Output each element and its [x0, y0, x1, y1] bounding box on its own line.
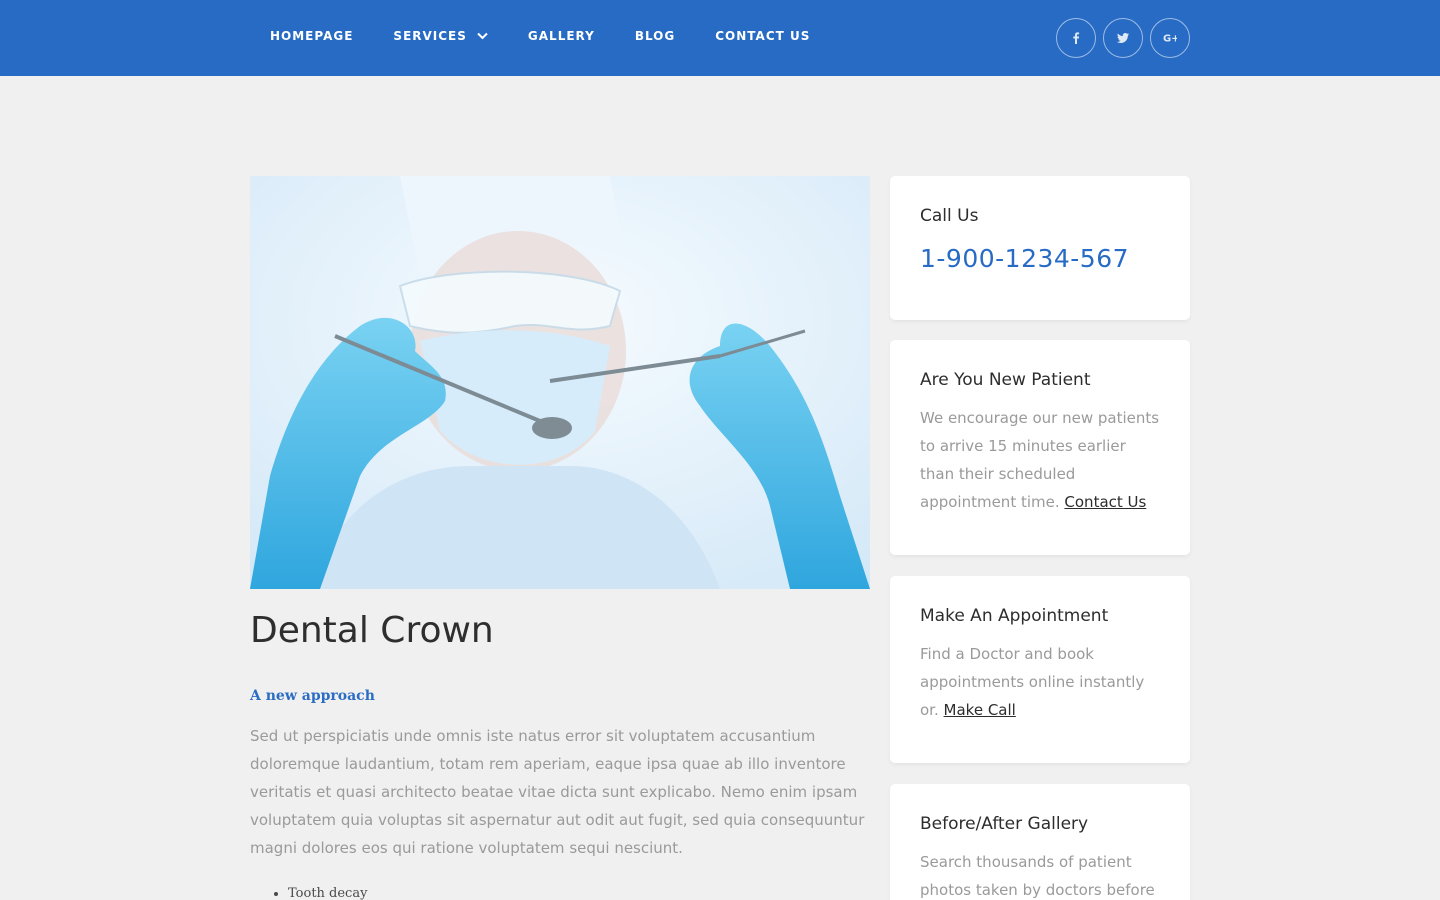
- social-links: G+: [1056, 18, 1190, 58]
- nav-label: SERVICES: [393, 29, 467, 43]
- nav-label: BLOG: [634, 29, 676, 43]
- svg-text:G+: G+: [1163, 34, 1177, 45]
- twitter-icon: [1117, 33, 1129, 43]
- contact-us-link[interactable]: Contact Us: [1064, 493, 1146, 511]
- appointment-card: Make An Appointment Find a Doctor and bo…: [890, 576, 1190, 763]
- nav-label: GALLERY: [527, 29, 595, 43]
- page-title: Dental Crown: [250, 610, 494, 651]
- nav-gallery[interactable]: GALLERY: [528, 29, 595, 43]
- card-title: Before/After Gallery: [920, 814, 1089, 834]
- google-plus-icon: G+: [1163, 34, 1177, 45]
- twitter-button[interactable]: [1103, 18, 1143, 58]
- list-item: Tooth decay: [288, 884, 367, 900]
- card-title: Make An Appointment: [920, 606, 1109, 626]
- condition-list: Tooth decay: [272, 884, 367, 900]
- facebook-icon: [1073, 32, 1080, 44]
- new-patient-card: Are You New Patient We encourage our new…: [890, 340, 1190, 555]
- gallery-card: Before/After Gallery Search thousands of…: [890, 784, 1190, 900]
- phone-number[interactable]: 1-900-1234-567: [920, 244, 1160, 273]
- make-call-link[interactable]: Make Call: [944, 701, 1016, 719]
- nav-blog[interactable]: BLOG: [635, 29, 675, 43]
- section-subtitle: A new approach: [250, 688, 375, 704]
- card-title: Are You New Patient: [920, 370, 1091, 390]
- main-nav: HOMEPAGE SERVICES GALLERY BLOG CONTACT U…: [270, 0, 850, 72]
- article-body: Sed ut perspiciatis unde omnis iste natu…: [250, 727, 865, 857]
- card-text: We encourage our new patients to arrive …: [920, 404, 1160, 516]
- call-us-card: Call Us 1-900-1234-567: [890, 176, 1190, 320]
- nav-label: CONTACT US: [715, 29, 811, 43]
- card-text: Search thousands of patient photos taken…: [920, 853, 1155, 899]
- nav-services[interactable]: SERVICES: [393, 29, 488, 43]
- facebook-button[interactable]: [1056, 18, 1096, 58]
- nav-homepage[interactable]: HOMEPAGE: [270, 29, 353, 43]
- nav-contact-us[interactable]: CONTACT US: [715, 29, 810, 43]
- nav-label: HOMEPAGE: [270, 29, 354, 43]
- top-navbar: HOMEPAGE SERVICES GALLERY BLOG CONTACT U…: [0, 0, 1440, 76]
- google-plus-button[interactable]: G+: [1150, 18, 1190, 58]
- hero-image: [250, 176, 870, 589]
- chevron-down-icon: [477, 32, 488, 40]
- card-title: Call Us: [920, 206, 979, 226]
- card-text: Find a Doctor and book appointments onli…: [920, 640, 1160, 724]
- dentist-illustration: [250, 176, 870, 589]
